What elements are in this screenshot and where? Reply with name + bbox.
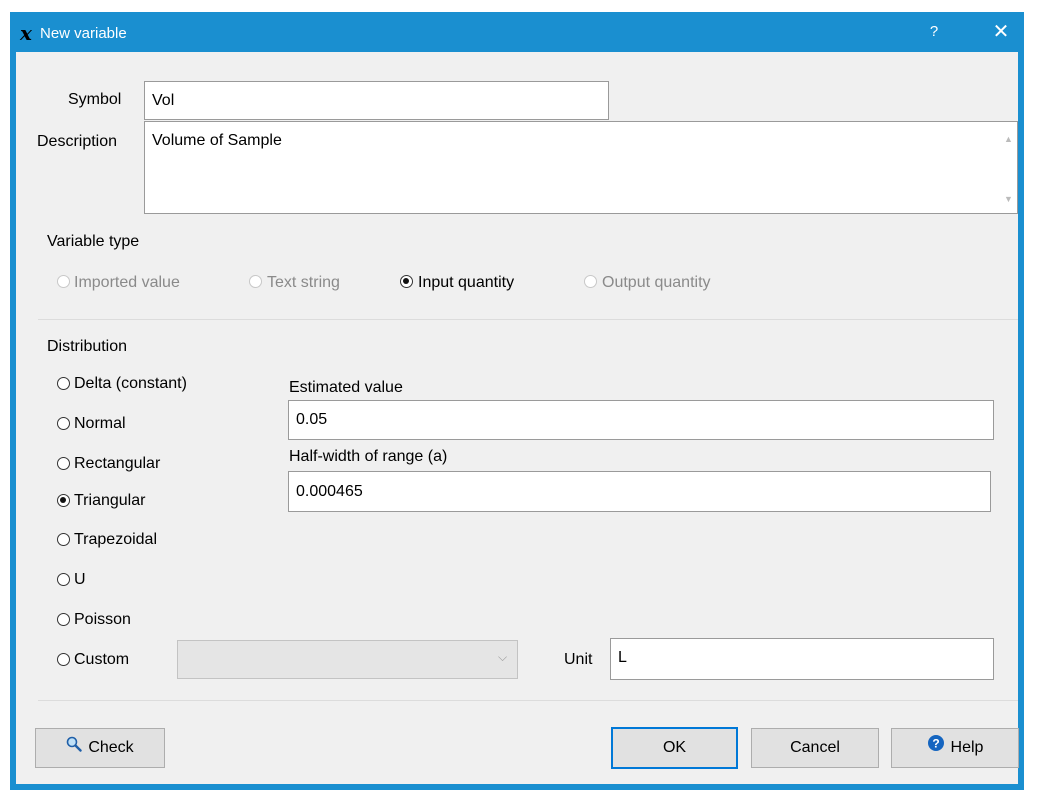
radio-poisson[interactable] (57, 613, 70, 626)
svg-text:?: ? (932, 737, 939, 751)
close-icon[interactable]: ✕ (988, 20, 1014, 44)
label-delta-constant: Delta (constant) (74, 375, 187, 392)
check-button[interactable]: Check (35, 728, 165, 768)
scroll-up-icon[interactable]: ▲ (1004, 134, 1013, 144)
radio-imported-value[interactable] (57, 275, 70, 288)
label-rectangular: Rectangular (74, 455, 161, 472)
half-width-label: Half-width of range (a) (289, 448, 448, 465)
unit-input[interactable]: L (610, 638, 994, 680)
check-button-label: Check (88, 739, 134, 757)
scroll-down-icon[interactable]: ▼ (1004, 194, 1013, 204)
estimated-value-label: Estimated value (289, 379, 403, 396)
unit-label: Unit (564, 651, 593, 668)
radio-input-quantity[interactable] (400, 275, 413, 288)
custom-distribution-select[interactable] (177, 640, 518, 679)
x-script-icon: x (20, 21, 32, 45)
variable-type-divider (38, 319, 1018, 320)
search-icon (66, 729, 83, 767)
distribution-heading: Distribution (47, 338, 128, 355)
title-bar[interactable] (10, 12, 1024, 52)
half-width-input[interactable]: 0.000465 (288, 471, 991, 512)
help-button-label: Help (950, 739, 984, 757)
label-output-quantity: Output quantity (602, 274, 711, 291)
radio-delta-constant[interactable] (57, 377, 70, 390)
radio-u[interactable] (57, 573, 70, 586)
description-text: Volume of Sample (152, 132, 282, 149)
symbol-label: Symbol (68, 91, 122, 108)
symbol-input[interactable]: Vol (144, 81, 609, 120)
chevron-down-icon[interactable]: ⌵ (498, 650, 507, 665)
radio-output-quantity[interactable] (584, 275, 597, 288)
radio-rectangular[interactable] (57, 457, 70, 470)
help-question-icon[interactable]: ? (922, 20, 946, 44)
radio-trapezoidal[interactable] (57, 533, 70, 546)
distribution-divider (38, 700, 1018, 701)
ok-button[interactable]: OK (611, 727, 738, 769)
description-label: Description (37, 133, 118, 150)
label-custom: Custom (74, 651, 130, 668)
help-icon: ? (927, 729, 945, 767)
label-input-quantity: Input quantity (418, 274, 515, 291)
radio-normal[interactable] (57, 417, 70, 430)
label-trapezoidal: Trapezoidal (74, 531, 158, 548)
cancel-button[interactable]: Cancel (751, 728, 879, 768)
variable-type-heading: Variable type (47, 233, 140, 250)
help-button[interactable]: ? Help (891, 728, 1019, 768)
label-imported-value: Imported value (74, 274, 180, 291)
label-u: U (74, 571, 86, 588)
label-triangular: Triangular (74, 492, 146, 509)
label-poisson: Poisson (74, 611, 131, 628)
radio-text-string[interactable] (249, 275, 262, 288)
radio-triangular[interactable] (57, 494, 70, 507)
radio-custom[interactable] (57, 653, 70, 666)
label-text-string: Text string (267, 274, 340, 291)
window-title: New variable (40, 25, 127, 42)
estimated-value-input[interactable]: 0.05 (288, 400, 994, 440)
label-normal: Normal (74, 415, 126, 432)
description-textarea[interactable]: Volume of Sample (144, 121, 1018, 214)
